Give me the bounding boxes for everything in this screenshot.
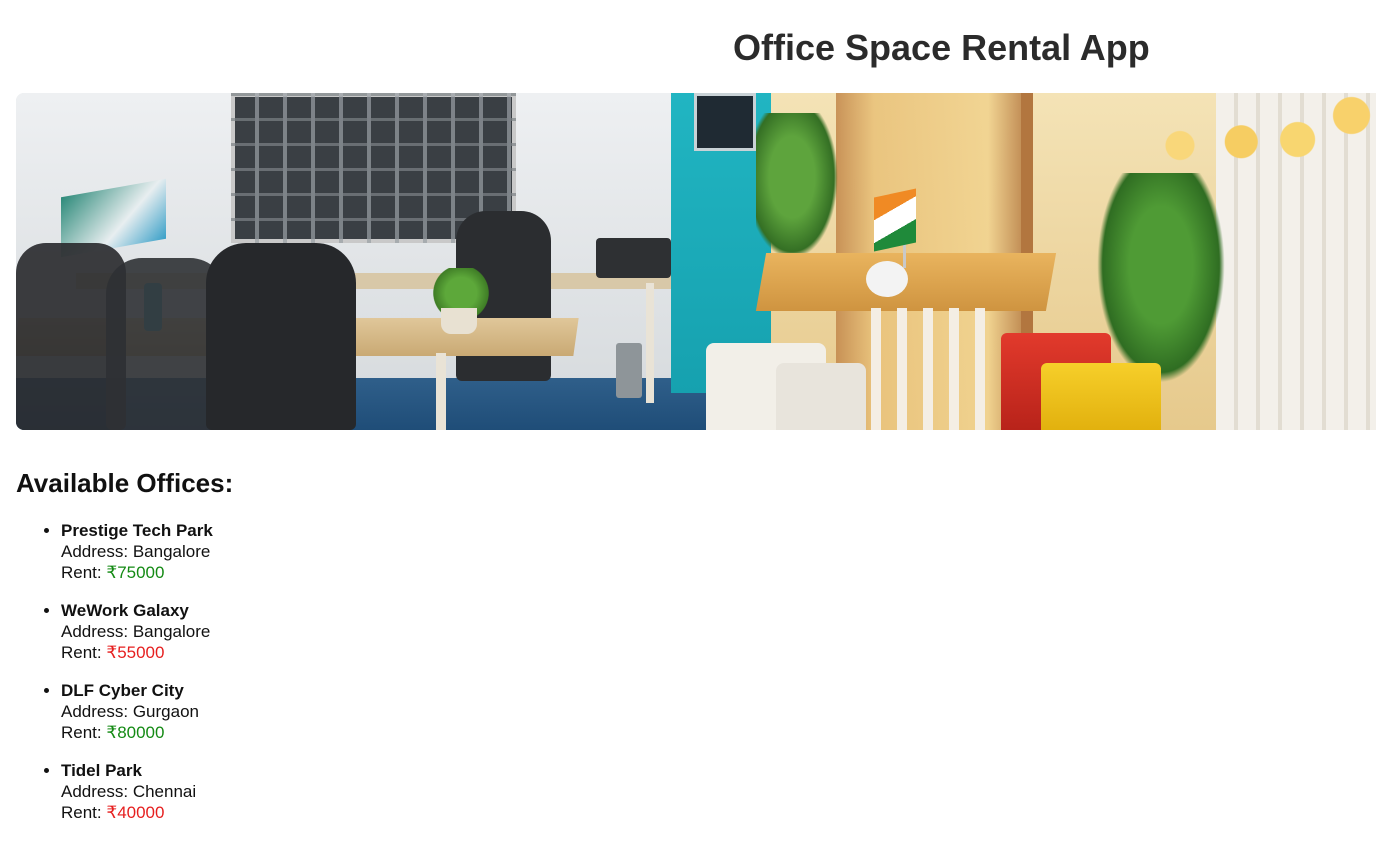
rent-value: ₹75000 <box>106 563 165 582</box>
list-item: WeWork Galaxy Address: Bangalore Rent: ₹… <box>61 600 213 663</box>
office-rent: Rent: ₹75000 <box>61 562 213 583</box>
list-item: Tidel Park Address: Chennai Rent: ₹40000 <box>61 760 213 823</box>
address-value: Gurgaon <box>132 702 199 721</box>
office-list: Prestige Tech Park Address: Bangalore Re… <box>0 520 213 840</box>
page: Office Space Rental App Available Office… <box>0 0 1376 846</box>
address-label: Address: <box>61 542 129 561</box>
office-rent: Rent: ₹55000 <box>61 642 213 663</box>
office-address: Address: Bangalore <box>61 621 213 642</box>
office-banner-image <box>16 93 1376 430</box>
rent-value: ₹40000 <box>106 803 165 822</box>
office-name: DLF Cyber City <box>61 681 184 700</box>
office-address: Address: Chennai <box>61 781 213 802</box>
header: Office Space Rental App <box>0 0 1376 90</box>
office-name: Prestige Tech Park <box>61 521 213 540</box>
rent-value: ₹80000 <box>106 723 165 742</box>
address-value: Bangalore <box>132 542 211 561</box>
rent-label: Rent: <box>61 723 102 742</box>
office-address: Address: Bangalore <box>61 541 213 562</box>
available-offices-heading: Available Offices: <box>16 468 234 498</box>
office-name: Tidel Park <box>61 761 142 780</box>
rent-label: Rent: <box>61 803 102 822</box>
office-rent: Rent: ₹40000 <box>61 802 213 823</box>
rent-value: ₹55000 <box>106 643 165 662</box>
address-label: Address: <box>61 782 129 801</box>
address-value: Bangalore <box>132 622 211 641</box>
rent-label: Rent: <box>61 563 102 582</box>
office-name: WeWork Galaxy <box>61 601 189 620</box>
list-item: DLF Cyber City Address: Gurgaon Rent: ₹8… <box>61 680 213 743</box>
rent-label: Rent: <box>61 643 102 662</box>
address-value: Chennai <box>132 782 197 801</box>
page-title: Office Space Rental App <box>733 27 1150 68</box>
list-item: Prestige Tech Park Address: Bangalore Re… <box>61 520 213 583</box>
office-address: Address: Gurgaon <box>61 701 213 722</box>
office-rent: Rent: ₹80000 <box>61 722 213 743</box>
address-label: Address: <box>61 622 129 641</box>
address-label: Address: <box>61 702 129 721</box>
